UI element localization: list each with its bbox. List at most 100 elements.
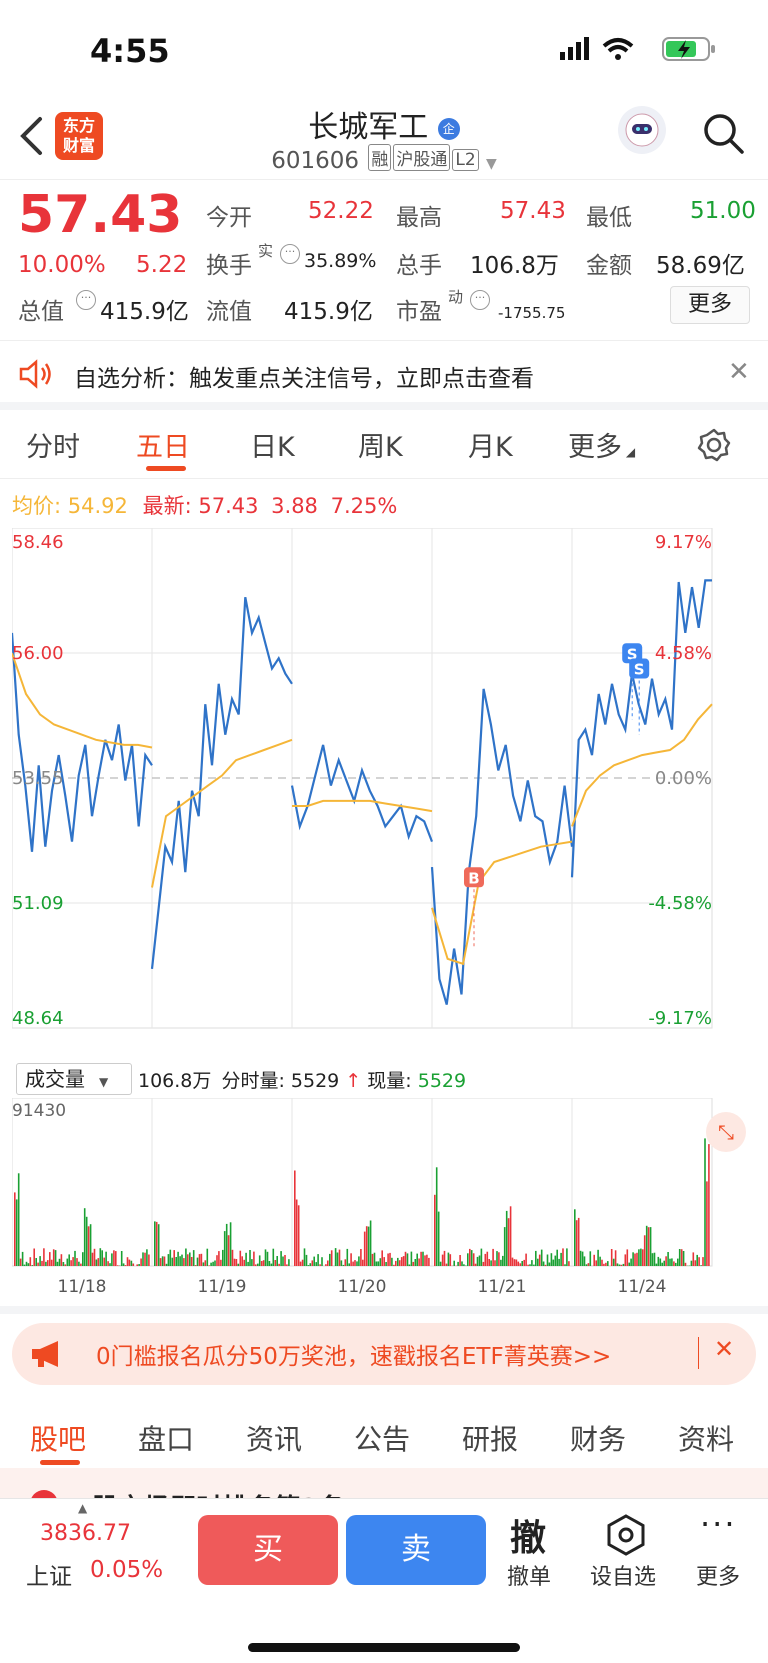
- indicator-select[interactable]: 成交量 ▼: [16, 1063, 132, 1095]
- notice-bar[interactable]: 自选分析：触发重点关注信号，立即点击查看 ✕: [0, 340, 768, 410]
- more-quote-button[interactable]: 更多: [670, 286, 750, 324]
- cancel-order-icon[interactable]: 撤: [510, 1509, 546, 1561]
- info-icon[interactable]: ···: [76, 290, 96, 310]
- tab-profile[interactable]: 资料: [678, 1418, 734, 1458]
- avg-label: 均价:: [12, 494, 62, 518]
- sell-button[interactable]: 卖: [346, 1515, 486, 1585]
- volume-bar: [441, 1254, 444, 1266]
- pe-value: -1755.75: [498, 304, 566, 322]
- volume-bar: [60, 1254, 63, 1266]
- volume-bar: [295, 1199, 298, 1266]
- average-line-day-5: [571, 703, 713, 827]
- volume-bar: [521, 1261, 523, 1266]
- close-icon[interactable]: ✕: [728, 357, 750, 387]
- volume-bar: [253, 1251, 255, 1266]
- info-icon[interactable]: ···: [280, 244, 300, 264]
- latest-label: 最新:: [142, 494, 192, 518]
- volume-bar: [346, 1248, 349, 1266]
- volume-bar: [146, 1249, 148, 1266]
- settings-gear-icon[interactable]: [696, 427, 732, 463]
- robot-assistant-icon[interactable]: [618, 106, 666, 154]
- mktcap-value: 415.9亿: [100, 299, 189, 325]
- divider: [0, 1306, 768, 1314]
- volume-bar: [595, 1260, 597, 1266]
- volume-bar: [412, 1261, 415, 1266]
- volume-bar: [80, 1263, 82, 1266]
- tab-forum[interactable]: 股吧: [30, 1418, 86, 1458]
- more-label[interactable]: 更多: [696, 1559, 740, 1591]
- volume-bar: [459, 1255, 461, 1266]
- add-watchlist-icon[interactable]: [604, 1513, 648, 1557]
- volume-bar: [344, 1259, 347, 1266]
- volume-bar: [678, 1249, 681, 1266]
- volume-bar: [694, 1260, 697, 1266]
- x-tick-label: 11/18: [58, 1277, 107, 1297]
- volume-bar: [632, 1252, 634, 1266]
- volume-bar: [568, 1261, 570, 1266]
- tag-level2: L2: [452, 149, 479, 171]
- add-watchlist-label[interactable]: 设自选: [590, 1559, 656, 1591]
- index-change[interactable]: 0.05%: [90, 1557, 163, 1583]
- volume-bar: [342, 1264, 345, 1266]
- volume-bar: [83, 1208, 86, 1266]
- tab-weekly-k[interactable]: 周K: [358, 425, 403, 464]
- volume-bar: [601, 1259, 603, 1266]
- volume-bar: [643, 1235, 646, 1266]
- close-icon[interactable]: ✕: [714, 1335, 734, 1363]
- cancel-order-label[interactable]: 撤单: [507, 1559, 551, 1591]
- volume-bar: [375, 1261, 378, 1266]
- volume-bar: [523, 1259, 525, 1266]
- volume-chart[interactable]: 91430 11/18 11/19 11/20 11/21 11/24: [12, 1098, 756, 1298]
- volume-bar: [371, 1253, 374, 1266]
- volume-bar: [233, 1258, 236, 1266]
- volume-bar: [546, 1254, 549, 1266]
- volume-bar: [27, 1263, 30, 1266]
- expand-icon[interactable]: ⤡: [706, 1112, 746, 1152]
- volume-bar: [537, 1258, 539, 1266]
- volume-bar: [367, 1226, 370, 1266]
- volume-bar: [177, 1251, 179, 1266]
- volume-bar: [680, 1249, 683, 1266]
- y-tick-right: -4.58%: [648, 893, 712, 914]
- volume-bar: [620, 1264, 623, 1266]
- chart-info-line: 均价: 54.92 最新: 57.43 3.88 7.25%: [12, 490, 397, 520]
- five-day-price-chart[interactable]: 58.46 9.17% 56.00 4.58% 53.55 0.00% 51.09 -4.58…: [12, 528, 756, 1058]
- volume-bar: [167, 1254, 170, 1266]
- more-dots-icon[interactable]: ···: [700, 1505, 737, 1543]
- tab-research[interactable]: 研报: [462, 1418, 518, 1458]
- volume-bar: [258, 1255, 261, 1266]
- index-name[interactable]: 上证: [26, 1557, 72, 1591]
- tab-monthly-k[interactable]: 月K: [468, 425, 513, 464]
- tab-five-day[interactable]: 五日: [136, 425, 190, 464]
- volume-bar: [222, 1249, 224, 1266]
- volume-bar: [43, 1248, 45, 1266]
- volume-bar: [190, 1257, 193, 1266]
- tab-daily-k[interactable]: 日K: [250, 425, 295, 464]
- volume-bar: [445, 1263, 448, 1266]
- promo-banner[interactable]: 0门槛报名瓜分50万奖池，速戳报名ETF菁英赛>> ✕: [12, 1323, 756, 1385]
- buy-button[interactable]: 买: [198, 1515, 338, 1585]
- tab-order-book[interactable]: 盘口: [138, 1418, 194, 1458]
- info-icon[interactable]: ···: [470, 290, 490, 310]
- chevron-down-icon[interactable]: ▼: [486, 156, 497, 172]
- index-value[interactable]: 3836.77: [40, 1521, 131, 1546]
- tab-more[interactable]: 更多 ◢: [568, 425, 635, 464]
- search-icon[interactable]: [702, 112, 746, 156]
- volume-bar: [542, 1261, 545, 1266]
- volume-bar: [469, 1248, 471, 1266]
- tab-financials[interactable]: 财务: [570, 1418, 626, 1458]
- tab-news[interactable]: 资讯: [246, 1418, 302, 1458]
- volume-bar: [682, 1251, 685, 1266]
- volume-bar: [649, 1227, 652, 1266]
- volume-bar: [212, 1261, 214, 1266]
- tab-announcements[interactable]: 公告: [354, 1418, 410, 1458]
- volume-bar: [241, 1256, 243, 1266]
- volume-bar: [671, 1258, 673, 1266]
- y-tick-left: 56.00: [12, 643, 64, 664]
- tab-intraday[interactable]: 分时: [26, 425, 80, 464]
- volume-bar: [363, 1231, 366, 1266]
- volume-label: 总手: [396, 253, 442, 279]
- price-line-day-3: [290, 744, 434, 842]
- volume-bar: [354, 1260, 356, 1266]
- volume-bar: [531, 1260, 533, 1266]
